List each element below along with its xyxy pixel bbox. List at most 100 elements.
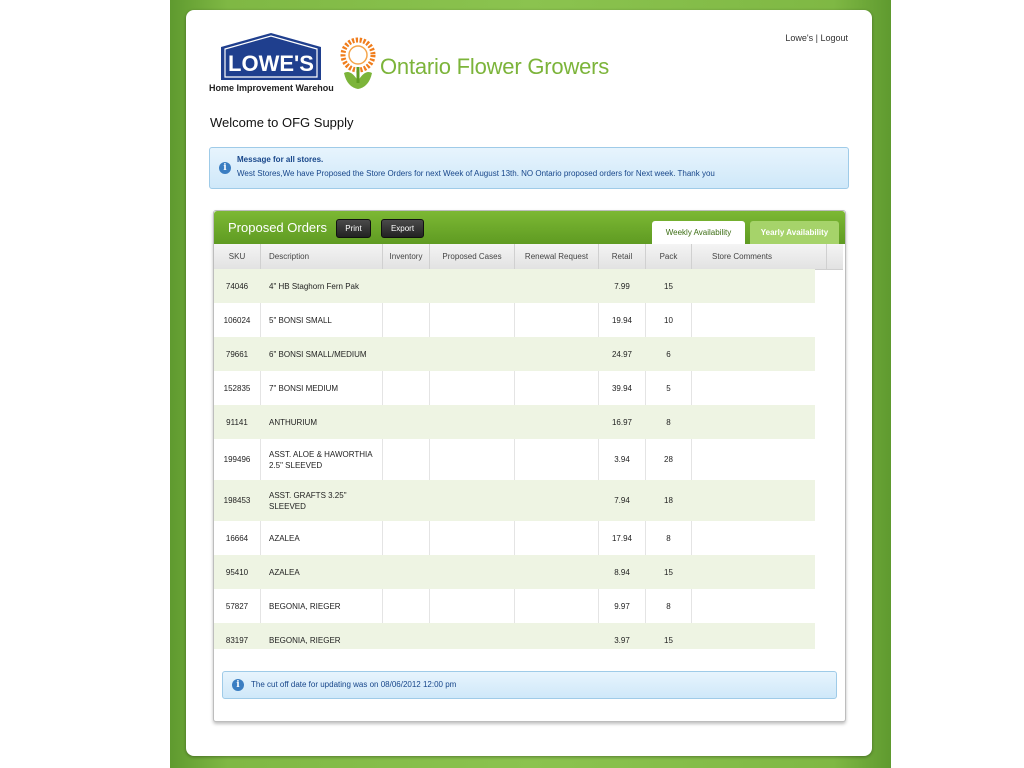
export-button[interactable]: Export — [381, 219, 424, 238]
description-cell: AZALEA — [261, 521, 383, 555]
lowes-logo: LOWE'S Home Improvement Warehouse — [209, 33, 334, 93]
column-header-inventory[interactable]: Inventory — [383, 244, 430, 269]
store-comments-cell[interactable] — [692, 589, 815, 623]
ofg-brand-name: Ontario Flower Growers — [380, 54, 610, 79]
proposed-cases-cell[interactable] — [430, 589, 515, 623]
info-icon: i — [232, 679, 244, 691]
proposed-cases-cell[interactable] — [430, 269, 515, 303]
retail-cell: 39.94 — [599, 371, 646, 405]
proposed-cases-cell[interactable] — [430, 439, 515, 480]
column-header-renewal-request[interactable]: Renewal Request — [515, 244, 599, 269]
column-header-retail[interactable]: Retail — [599, 244, 646, 269]
table-row: 152835 7" BONSI MEDIUM 39.94 5 — [214, 371, 815, 405]
column-header-description[interactable]: Description — [261, 244, 383, 269]
retail-cell: 17.94 — [599, 521, 646, 555]
renewal-request-cell[interactable] — [515, 269, 599, 303]
store-comments-cell[interactable] — [692, 269, 815, 303]
pack-cell: 15 — [664, 281, 673, 291]
store-comments-cell[interactable] — [692, 303, 815, 337]
table-row: 199496 ASST. ALOE & HAWORTHIA 2.5" SLEEV… — [214, 439, 815, 480]
table-row: 16664 AZALEA 17.94 8 — [214, 521, 815, 555]
cutoff-notice: i The cut off date for updating was on 0… — [222, 671, 837, 699]
renewal-request-cell[interactable] — [515, 303, 599, 337]
description-cell: BEGONIA, RIEGER — [261, 589, 383, 623]
inventory-cell[interactable] — [383, 555, 430, 589]
proposed-cases-cell[interactable] — [430, 623, 515, 649]
column-header-proposed-cases[interactable]: Proposed Cases — [430, 244, 515, 269]
store-comments-cell[interactable] — [692, 405, 815, 439]
proposed-cases-cell[interactable] — [430, 480, 515, 521]
proposed-cases-cell[interactable] — [430, 371, 515, 405]
inventory-cell[interactable] — [383, 337, 430, 371]
pack-cell: 8 — [666, 417, 671, 427]
renewal-request-cell[interactable] — [515, 589, 599, 623]
inventory-cell[interactable] — [383, 589, 430, 623]
pack-cell: 6 — [666, 349, 671, 359]
store-comments-cell[interactable] — [692, 480, 815, 521]
renewal-request-cell[interactable] — [515, 480, 599, 521]
pack-cell: 15 — [664, 635, 673, 645]
inventory-cell[interactable] — [383, 521, 430, 555]
tab-yearly-availability[interactable]: Yearly Availability — [750, 221, 839, 244]
store-comments-cell[interactable] — [692, 555, 815, 589]
logout-link[interactable]: Logout — [820, 33, 848, 43]
renewal-request-cell[interactable] — [515, 521, 599, 555]
table-row: 79661 6" BONSI SMALL/MEDIUM 24.97 6 — [214, 337, 815, 371]
sku-cell: 91141 — [226, 417, 248, 427]
store-comments-cell[interactable] — [692, 439, 815, 480]
proposed-cases-cell[interactable] — [430, 405, 515, 439]
proposed-cases-cell[interactable] — [430, 337, 515, 371]
description-cell: 6" BONSI SMALL/MEDIUM — [269, 349, 367, 359]
print-button[interactable]: Print — [336, 219, 371, 238]
pack-cell: 8 — [646, 521, 692, 555]
panel-header: Proposed Orders Print Export Weekly Avai… — [214, 211, 845, 244]
ofg-flower-logo — [340, 37, 376, 89]
inventory-cell[interactable] — [383, 303, 430, 337]
renewal-request-cell[interactable] — [515, 623, 599, 649]
proposed-cases-cell[interactable] — [430, 521, 515, 555]
description-cell: BEGONIA, RIEGER — [269, 635, 341, 645]
pack-cell: 5 — [646, 371, 692, 405]
table-row: 198453 ASST. GRAFTS 3.25" SLEEVED 7.94 1… — [214, 480, 815, 521]
inventory-cell[interactable] — [383, 371, 430, 405]
renewal-request-cell[interactable] — [515, 439, 599, 480]
retail-cell: 7.94 — [614, 496, 630, 505]
table-row: 95410 AZALEA 8.94 15 — [214, 555, 815, 589]
retail-cell: 16.97 — [611, 417, 633, 427]
description-cell: ASST. GRAFTS 3.25" SLEEVED — [269, 490, 347, 511]
store-comments-cell[interactable] — [692, 521, 815, 555]
inventory-cell[interactable] — [383, 480, 430, 521]
lowes-tagline: Home Improvement Warehouse — [209, 83, 334, 93]
description-cell: AZALEA — [269, 567, 300, 577]
renewal-request-cell[interactable] — [515, 371, 599, 405]
renewal-request-cell[interactable] — [515, 555, 599, 589]
pack-cell: 10 — [646, 303, 692, 337]
column-header-pack[interactable]: Pack — [646, 244, 692, 269]
store-comments-cell[interactable] — [692, 371, 815, 405]
sku-cell: 199496 — [214, 439, 261, 480]
store-comments-cell[interactable] — [692, 623, 815, 649]
pack-cell: 28 — [646, 439, 692, 480]
tab-weekly-availability[interactable]: Weekly Availability — [652, 221, 745, 244]
inventory-cell[interactable] — [383, 439, 430, 480]
user-links: Lowe's | Logout — [785, 33, 848, 43]
user-link[interactable]: Lowe's — [785, 33, 813, 43]
proposed-cases-cell[interactable] — [430, 303, 515, 337]
info-icon: i — [219, 162, 231, 174]
column-header-store-comments[interactable]: Store Comments — [692, 244, 827, 269]
inventory-cell[interactable] — [383, 623, 430, 649]
store-comments-cell[interactable] — [692, 337, 815, 371]
inventory-cell[interactable] — [383, 405, 430, 439]
sku-cell: 83197 — [225, 635, 249, 645]
column-header-sku[interactable]: SKU — [214, 244, 261, 269]
link-separator: | — [815, 33, 818, 43]
proposed-cases-cell[interactable] — [430, 555, 515, 589]
retail-cell: 7.99 — [614, 281, 630, 291]
sku-cell: 198453 — [223, 496, 251, 505]
sku-cell: 16664 — [214, 521, 261, 555]
message-title: Message for all stores. — [237, 155, 324, 164]
pack-cell: 8 — [646, 589, 692, 623]
renewal-request-cell[interactable] — [515, 337, 599, 371]
inventory-cell[interactable] — [383, 269, 430, 303]
renewal-request-cell[interactable] — [515, 405, 599, 439]
